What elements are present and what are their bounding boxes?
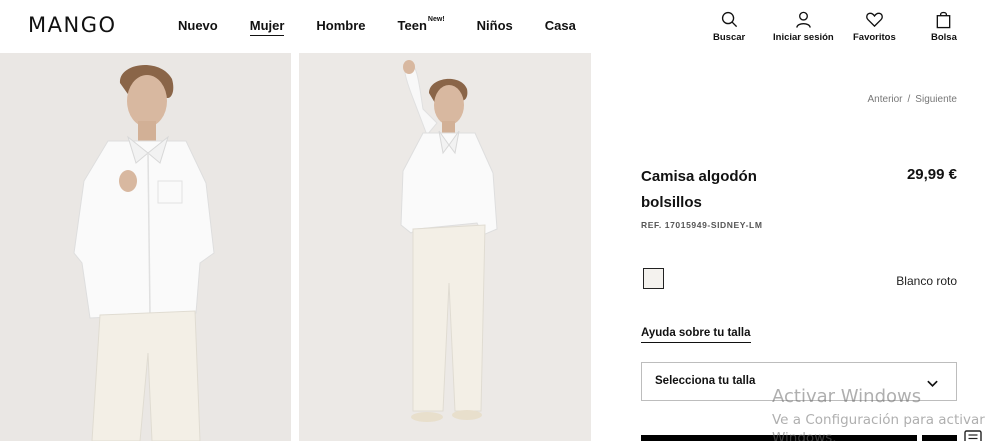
login-label: Iniciar sesión [773, 32, 834, 43]
color-name: Blanco roto [896, 274, 957, 288]
bag-button[interactable]: Bolsa [931, 10, 957, 43]
search-button[interactable]: Buscar [713, 10, 745, 43]
login-button[interactable]: Iniciar sesión [773, 10, 834, 43]
product-photo-pose[interactable] [299, 53, 591, 441]
bag-icon [937, 11, 951, 29]
site-header: MANGO Nuevo Mujer Hombre TeenNew! Niños … [0, 0, 1003, 53]
nav-item-casa[interactable]: Casa [545, 18, 576, 36]
windows-watermark-text: Ve a Configuración para activar [772, 412, 985, 428]
nav-item-ninos[interactable]: Niños [477, 18, 513, 36]
chat-icon[interactable] [962, 429, 984, 441]
product-reference: REF. 17015949-SIDNEY-LM [641, 220, 763, 230]
user-icon [796, 11, 811, 28]
size-select-label: Selecciona tu talla [655, 375, 756, 387]
windows-watermark-text-end: Windows. [772, 430, 837, 441]
breadcrumb-prev-link[interactable]: Anterior [868, 94, 903, 105]
nav-item-nuevo[interactable]: Nuevo [178, 18, 218, 36]
main-nav: Nuevo Mujer Hombre TeenNew! Niños Casa [178, 15, 608, 36]
favorites-button[interactable]: Favoritos [853, 10, 896, 43]
product-photo-front[interactable] [0, 53, 291, 441]
breadcrumb-next-link[interactable]: Siguiente [915, 94, 957, 105]
heart-icon [866, 12, 883, 28]
breadcrumb-separator: / [907, 94, 911, 105]
header-tools: Buscar Iniciar sesión Favoritos Bolsa [703, 10, 1003, 46]
add-to-favorites-button[interactable] [922, 435, 957, 441]
color-swatch[interactable] [643, 268, 664, 289]
search-icon [721, 11, 737, 28]
search-label: Buscar [713, 32, 746, 43]
breadcrumb: Anterior / Siguiente [868, 94, 958, 105]
nav-item-teen[interactable]: TeenNew! [397, 15, 445, 36]
chevron-down-icon [927, 380, 938, 388]
new-badge: New! [427, 15, 445, 23]
bag-label: Bolsa [931, 32, 957, 43]
nav-item-mujer[interactable]: Mujer [249, 18, 285, 36]
nav-item-teen-label: Teen [397, 18, 427, 33]
nav-item-hombre[interactable]: Hombre [316, 18, 365, 36]
logo[interactable]: MANGO [28, 13, 117, 37]
size-help-link[interactable]: Ayuda sobre tu talla [641, 327, 751, 343]
product-price: 29,99 € [906, 166, 957, 183]
favorites-label: Favoritos [853, 32, 896, 43]
windows-watermark-title: Activar Windows [772, 386, 922, 407]
product-title: Camisa algodón bolsillos [641, 168, 757, 211]
